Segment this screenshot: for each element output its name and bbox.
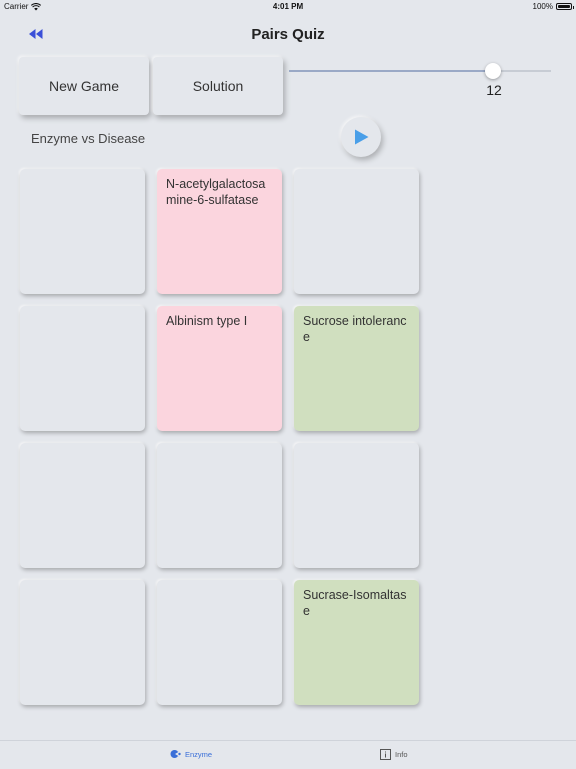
card-2[interactable]: N-acetylgalactosamine-6-sulfatase [157,169,282,294]
slider-thumb[interactable] [485,63,502,79]
card-10[interactable] [20,580,145,705]
slider-fill [289,70,494,72]
card-1[interactable] [20,169,145,294]
tab-info[interactable]: Info [380,749,408,760]
new-game-button[interactable]: New Game [19,57,149,115]
status-time: 4:01 PM [272,2,304,11]
tab-info-label: Info [395,750,408,759]
enzyme-icon [170,750,181,758]
card-11[interactable] [157,580,282,705]
card-9[interactable] [294,443,419,568]
tab-enzyme[interactable]: Enzyme [170,749,212,759]
card-5[interactable]: Albinism type I [157,306,282,431]
card-12[interactable]: Sucrase-Isomaltase [294,580,419,705]
quiz-category-label: Enzyme vs Disease [31,131,146,146]
battery-percent: 100% [532,2,553,11]
page-title: Pairs Quiz [251,26,325,43]
status-bar: Carrier 4:01 PM 100% [0,0,576,14]
info-icon [380,749,391,760]
play-icon [355,129,369,145]
battery-icon [556,3,574,10]
battery-info: 100% [532,2,574,11]
tab-bar: Enzyme Info [0,740,576,769]
card-7[interactable] [20,443,145,568]
card-8[interactable] [157,443,282,568]
card-6[interactable]: Sucrose intolerance [294,306,419,431]
tab-enzyme-label: Enzyme [185,749,213,759]
solution-button[interactable]: Solution [153,57,283,115]
card-count-slider[interactable] [289,63,551,79]
card-3[interactable] [294,169,419,294]
slider-value: 12 [486,82,502,98]
card-4[interactable] [20,306,145,431]
play-button[interactable] [341,117,381,157]
